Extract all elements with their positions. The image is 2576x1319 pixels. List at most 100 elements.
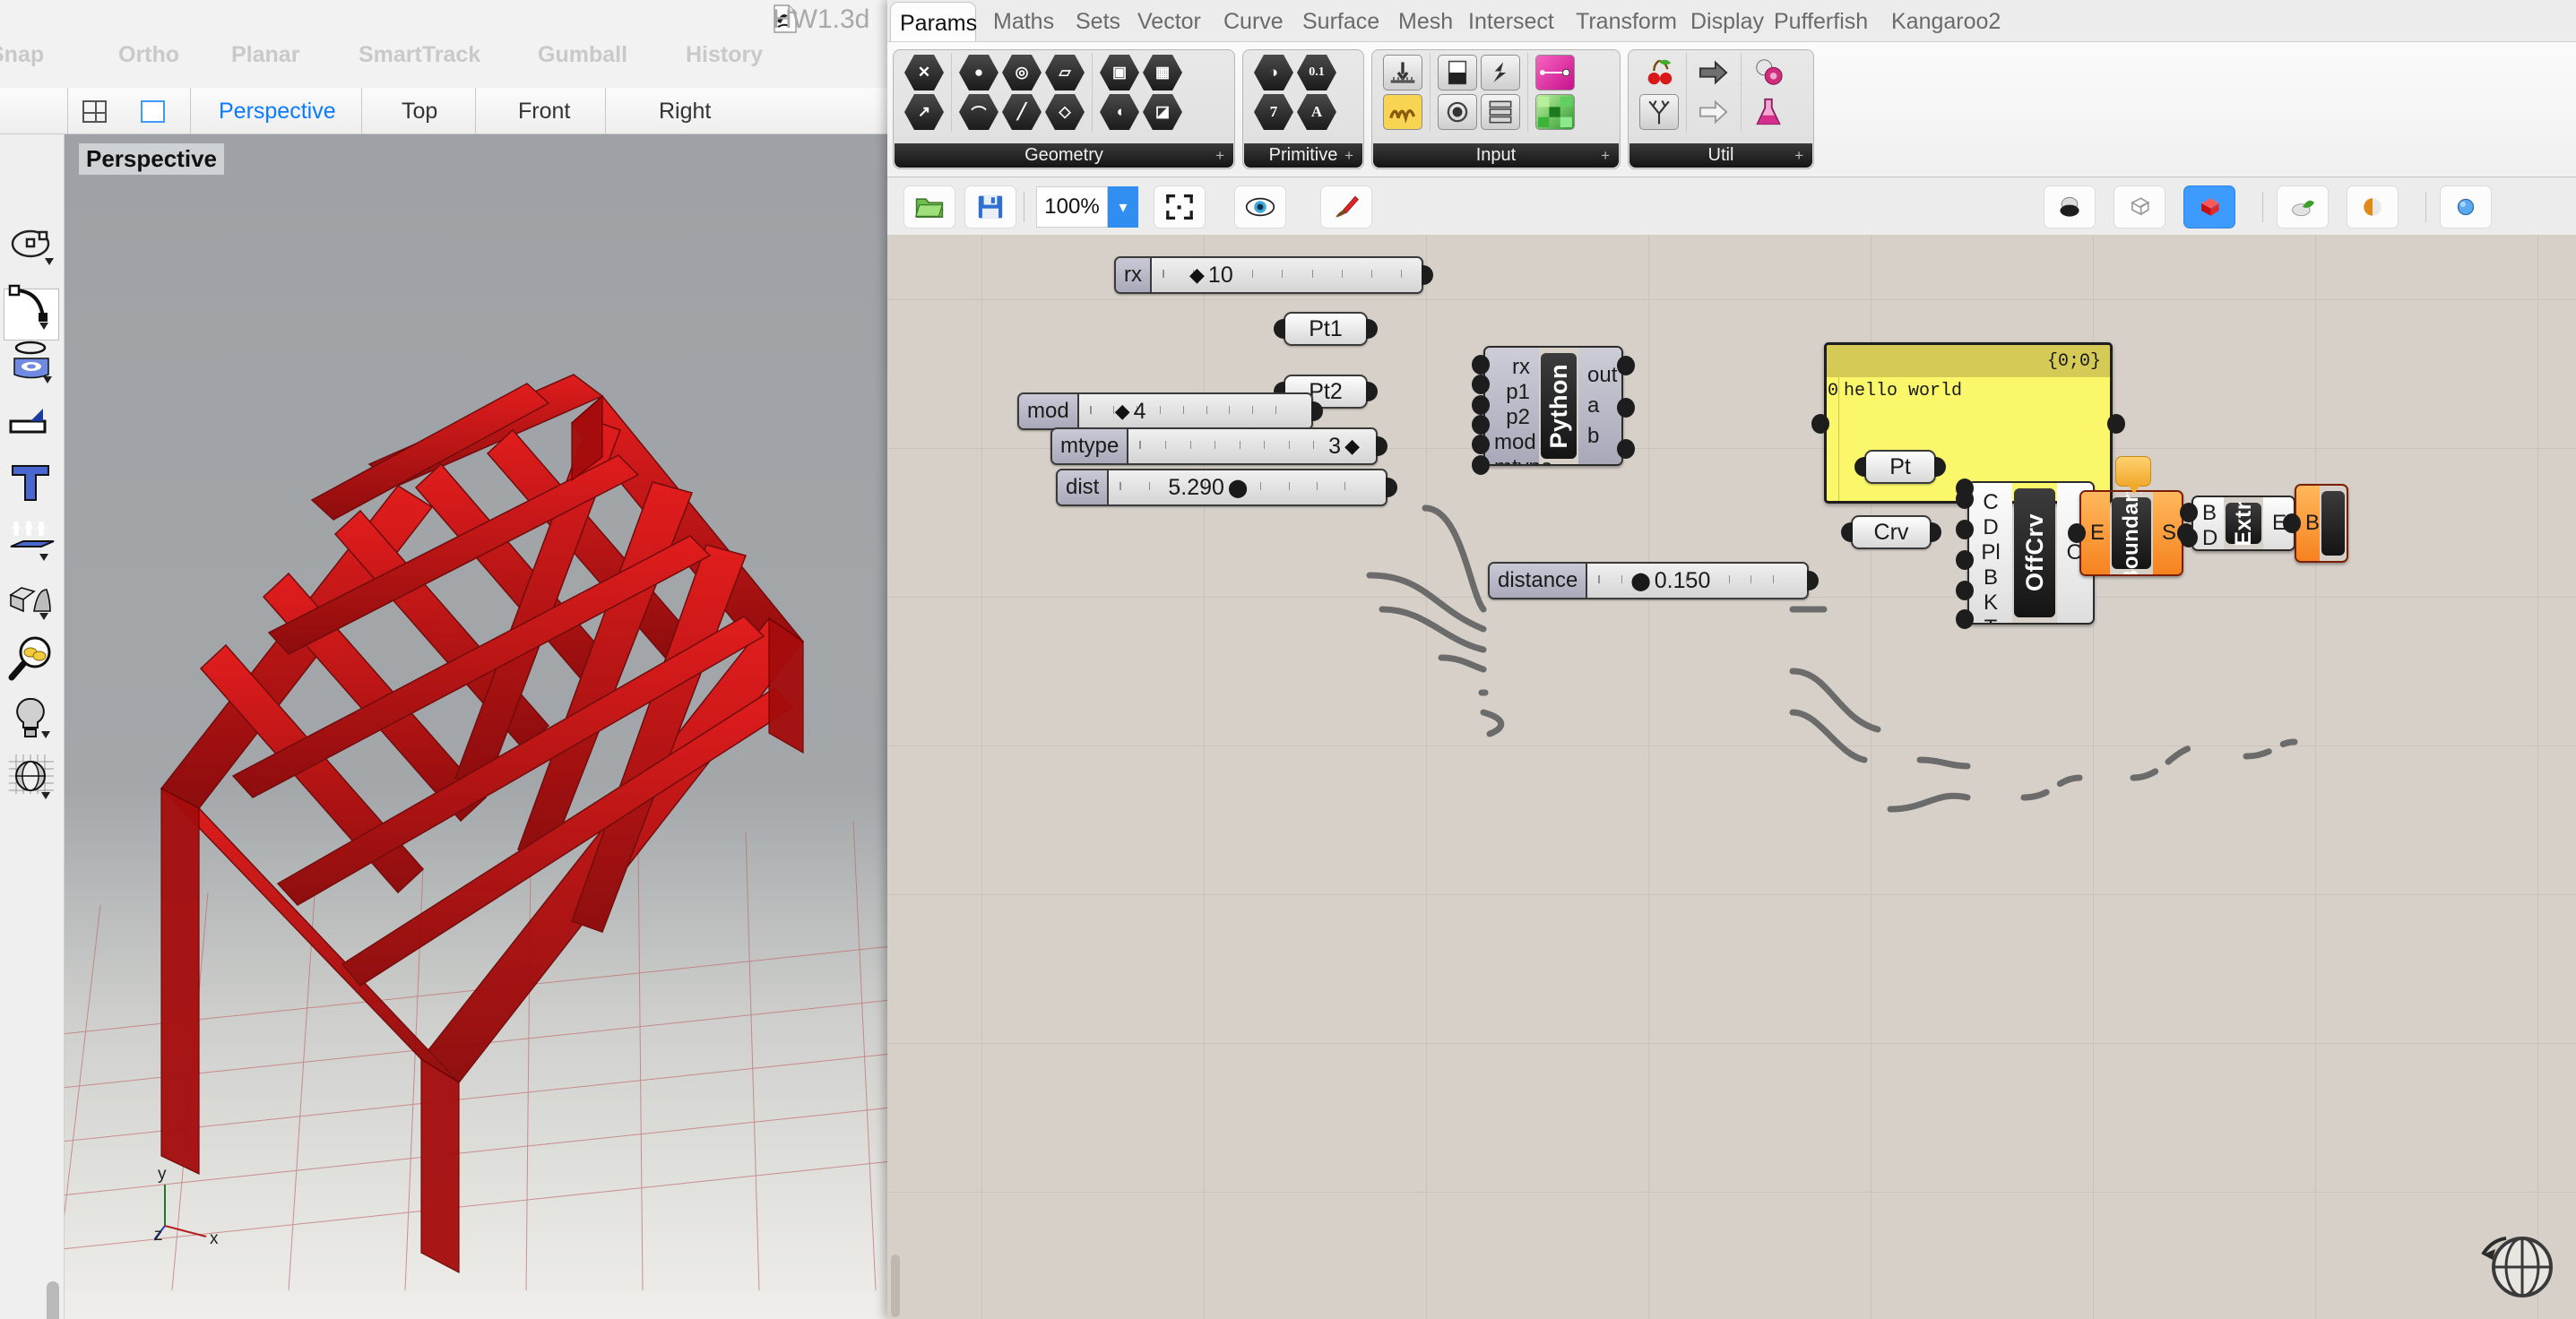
integer-param-icon[interactable]: 7 — [1254, 94, 1293, 130]
solid-tools-icon[interactable] — [7, 398, 57, 448]
param-pt1[interactable]: Pt1 — [1274, 312, 1378, 346]
boundary-warning-bubble-icon[interactable] — [2115, 456, 2151, 494]
button-icon[interactable] — [1481, 55, 1520, 91]
status-toggle-snap[interactable]: Snap — [0, 42, 44, 68]
geometry-cancel-icon[interactable]: ✕ — [904, 55, 944, 91]
slider-mtype-output-port[interactable] — [1376, 436, 1387, 456]
offcrv-input-k[interactable]: K — [1969, 591, 2012, 616]
relay-solid-icon[interactable] — [1694, 55, 1733, 91]
rhino-perspective-viewport[interactable]: Perspective y z x — [65, 134, 887, 1319]
number-param-icon[interactable]: 0.1 — [1297, 55, 1336, 91]
boundary-port-in-e[interactable] — [2068, 523, 2086, 543]
offcrv-port-in-d[interactable] — [1956, 520, 1974, 539]
preview-wireframe-icon[interactable] — [2114, 185, 2165, 228]
viewport-tab-front[interactable]: Front — [518, 99, 570, 125]
surface-tools-icon[interactable] — [7, 339, 57, 389]
arc-param-icon[interactable]: ⌒ — [959, 94, 998, 130]
slider-rx[interactable]: rx ◆ 10 — [1114, 256, 1433, 294]
extr-port-in-d[interactable] — [2180, 528, 2198, 547]
tab-pufferfish[interactable]: Pufferfish — [1765, 0, 1877, 43]
paintbrush-icon[interactable] — [1320, 185, 1372, 228]
line-param-icon[interactable]: ╱ — [1002, 94, 1042, 130]
preview-shaded-icon[interactable] — [2183, 185, 2235, 228]
single-viewport-icon[interactable] — [141, 100, 165, 123]
tab-params[interactable]: Params — [890, 2, 977, 45]
extr-input-d[interactable]: D — [2193, 526, 2224, 549]
python-port-out-out[interactable] — [1617, 356, 1635, 375]
slider-mod-track[interactable]: ◆ 4 — [1078, 394, 1311, 428]
slider-dist[interactable]: dist 5.290 ⬤ — [1056, 469, 1397, 506]
slider-dist-track[interactable]: 5.290 ⬤ — [1109, 470, 1386, 504]
python-input-mod[interactable]: mod — [1485, 430, 1539, 455]
chevron-down-icon[interactable]: ▾ — [1108, 186, 1138, 228]
slider-rx-track[interactable]: ◆ 10 — [1152, 258, 1422, 292]
python-port-in-dist[interactable] — [1472, 455, 1490, 475]
brep-port-in-b[interactable] — [2283, 513, 2301, 533]
component-python[interactable]: rx p1 p2 mod mtype dist Python out a b — [1472, 346, 1635, 475]
param-pt1-input-port[interactable] — [1274, 319, 1285, 339]
viewport-tab-right[interactable]: Right — [659, 99, 711, 125]
data-tree-icon[interactable] — [1639, 94, 1679, 130]
python-port-out-a[interactable] — [1617, 398, 1635, 418]
python-port-out-b[interactable] — [1617, 439, 1635, 459]
python-output-b[interactable]: b — [1578, 424, 1621, 449]
boolean-toggle-icon[interactable] — [1438, 55, 1477, 91]
flask-icon[interactable] — [1749, 94, 1788, 130]
offcrv-input-b[interactable]: B — [1969, 565, 2012, 591]
mesh-param-icon[interactable]: ▦ — [1143, 55, 1182, 91]
python-port-in-p2[interactable] — [1472, 395, 1490, 415]
python-input-rx[interactable]: rx — [1485, 355, 1539, 380]
slider-distance-track[interactable]: ⬤ 0.150 — [1587, 564, 1807, 598]
python-input-mtype[interactable]: mtype — [1485, 455, 1552, 464]
viewport-tab-perspective[interactable]: Perspective — [219, 99, 336, 125]
tab-kangaroo2[interactable]: Kangaroo2 — [1882, 0, 2010, 43]
offcrv-port-in-b[interactable] — [1956, 581, 1974, 600]
offcrv-port-in-k[interactable] — [1956, 609, 1974, 629]
curve-param-icon[interactable]: ◎ — [1002, 55, 1042, 91]
slider-mod[interactable]: mod ◆ 4 — [1017, 392, 1323, 430]
canvas-widget-icon[interactable] — [2440, 185, 2492, 228]
param-crv-input-port[interactable] — [1841, 522, 1853, 542]
zoom-extents-icon[interactable] — [1154, 185, 1206, 228]
python-port-in-rx[interactable] — [1472, 355, 1490, 375]
canvas-navigator-icon[interactable] — [2477, 1224, 2556, 1303]
slider-rx-output-port[interactable] — [1422, 265, 1433, 285]
boolean-param-icon[interactable]: ◑ — [1254, 55, 1293, 91]
tool-palette-scrollbar[interactable] — [47, 1281, 59, 1319]
python-port-in-mtype[interactable] — [1472, 435, 1490, 454]
slider-rx-handle[interactable]: ◆ — [1189, 263, 1205, 287]
tab-display[interactable]: Display — [1681, 0, 1773, 43]
ribbon-util-expand-icon[interactable]: + — [1794, 147, 1803, 165]
component-boundary[interactable]: E Boundary S — [2068, 456, 2195, 576]
eye-preview-icon[interactable] — [1234, 185, 1286, 228]
cherry-picker-icon[interactable] — [1639, 55, 1679, 91]
viewport-tab-top[interactable]: Top — [402, 99, 437, 125]
tab-curve[interactable]: Curve — [1215, 0, 1292, 43]
tab-sets[interactable]: Sets — [1067, 0, 1129, 43]
number-slider-icon[interactable] — [1383, 55, 1422, 91]
param-pt[interactable]: Pt — [1854, 450, 1946, 484]
preview-meshes-icon[interactable] — [2277, 185, 2329, 228]
offcrv-input-pl[interactable]: Pl — [1969, 540, 2012, 565]
curve-tools-icon[interactable] — [7, 280, 57, 330]
surface-param-icon[interactable]: ▱ — [1045, 55, 1085, 91]
transform-tools-icon[interactable] — [7, 575, 57, 625]
text-param-icon[interactable]: A — [1297, 94, 1336, 130]
python-input-p2[interactable]: p2 — [1485, 405, 1539, 430]
offcrv-input-d[interactable]: D — [1969, 515, 2012, 540]
tab-maths[interactable]: Maths — [984, 0, 1063, 43]
python-port-in-p1[interactable] — [1472, 375, 1490, 394]
preview-off-icon[interactable] — [2044, 185, 2096, 228]
status-toggle-smarttrack[interactable]: SmartTrack — [359, 42, 480, 68]
point-param-icon[interactable]: ◇ — [1045, 94, 1085, 130]
offcrv-port-in-pl[interactable] — [1956, 550, 1974, 570]
slider-distance[interactable]: distance ⬤ 0.150 — [1488, 562, 1819, 599]
tab-surface[interactable]: Surface — [1293, 0, 1388, 43]
slider-mtype-track[interactable]: 3 ◆ — [1128, 429, 1376, 463]
colour-swatch-icon[interactable] — [1535, 94, 1575, 130]
select-object-icon[interactable] — [7, 220, 57, 271]
slider-distance-output-port[interactable] — [1807, 571, 1819, 591]
slider-distance-handle[interactable]: ⬤ — [1630, 570, 1650, 592]
python-input-p1[interactable]: p1 — [1485, 380, 1539, 405]
status-toggle-planar[interactable]: Planar — [231, 42, 299, 68]
